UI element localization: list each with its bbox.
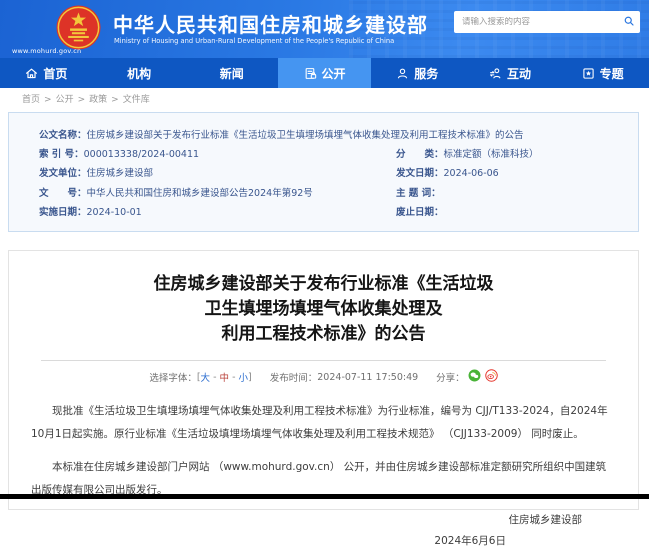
nav-label: 专题 bbox=[600, 65, 624, 82]
meta-index-number: 索 引 号：000013338/2024-00411 bbox=[39, 145, 396, 164]
main-navigation: 首页 机构 新闻 公开 服务 bbox=[0, 58, 649, 88]
meta-repeal-date: 废止日期： bbox=[396, 203, 622, 222]
publish-time-label: 发布时间： bbox=[270, 370, 318, 384]
search-input[interactable] bbox=[454, 17, 618, 27]
meta-label: 发文单位： bbox=[39, 168, 87, 179]
meta-issue-date: 发文日期：2024-06-06 bbox=[396, 164, 622, 183]
article-signature: 住房城乡建设部 bbox=[9, 512, 638, 527]
nav-item-topics[interactable]: 专题 bbox=[556, 58, 649, 88]
breadcrumb-policy[interactable]: 政策 bbox=[89, 95, 107, 105]
home-icon bbox=[25, 67, 38, 80]
search-box bbox=[454, 11, 640, 33]
page: www.mohurd.gov.cn 中华人民共和国住房和城乡建设部 Minist… bbox=[0, 0, 649, 499]
user-icon bbox=[396, 67, 409, 80]
nav-item-public[interactable]: 公开 bbox=[278, 58, 371, 88]
meta-value: 2024-10-01 bbox=[87, 207, 142, 218]
meta-value: 住房城乡建设部 bbox=[87, 168, 154, 179]
article-panel: 住房城乡建设部关于发布行业标准《生活垃圾 卫生填埋场填埋气体收集处理及 利用工程… bbox=[8, 250, 639, 510]
breadcrumb-library[interactable]: 文件库 bbox=[123, 95, 150, 105]
meta-label: 发文日期： bbox=[396, 168, 444, 179]
meta-doc-number: 文 号：中华人民共和国住房和城乡建设部公告2024年第92号 bbox=[39, 184, 396, 203]
search-button[interactable] bbox=[618, 11, 640, 33]
font-size-bracket: ] bbox=[248, 372, 252, 383]
nav-label: 公开 bbox=[322, 65, 346, 82]
article-title-line1: 住房城乡建设部关于发布行业标准《生活垃圾 bbox=[9, 272, 638, 297]
meta-issuing-unit: 发文单位：住房城乡建设部 bbox=[39, 164, 396, 183]
meta-label: 主 题 词： bbox=[396, 188, 441, 199]
article-title-line2: 卫生填埋场填埋气体收集处理及 bbox=[9, 297, 638, 322]
star-icon bbox=[582, 67, 595, 80]
font-size-dash: - bbox=[229, 372, 238, 383]
meta-value: 000013338/2024-00411 bbox=[84, 149, 199, 160]
meta-category: 分 类：标准定额（标准科技） bbox=[396, 145, 622, 164]
meta-doc-name: 公文名称：住房城乡建设部关于发布行业标准《生活垃圾卫生填埋场填埋气体收集处理及利… bbox=[39, 126, 622, 145]
share-label: 分享： bbox=[436, 370, 465, 384]
document-icon bbox=[304, 67, 317, 80]
breadcrumb-public[interactable]: 公开 bbox=[56, 95, 74, 105]
meta-value: 中华人民共和国住房和城乡建设部公告2024年第92号 bbox=[87, 188, 313, 199]
meta-label: 文 号： bbox=[39, 188, 87, 199]
site-header: www.mohurd.gov.cn 中华人民共和国住房和城乡建设部 Minist… bbox=[0, 0, 649, 58]
site-title: 中华人民共和国住房和城乡建设部 bbox=[113, 9, 428, 38]
national-emblem-icon bbox=[56, 5, 101, 50]
font-size-medium-button[interactable]: 中 bbox=[220, 370, 230, 384]
font-size-dash: - bbox=[210, 372, 219, 383]
meta-label: 实施日期： bbox=[39, 207, 87, 218]
nav-label: 首页 bbox=[43, 65, 67, 82]
interaction-icon bbox=[489, 67, 502, 80]
nav-label: 服务 bbox=[414, 65, 438, 82]
article-date: 2024年6月6日 bbox=[9, 533, 638, 548]
wechat-share-icon[interactable] bbox=[468, 369, 481, 385]
font-size-label: 选择字体： bbox=[149, 370, 197, 384]
title-divider bbox=[41, 360, 606, 361]
meta-doc-name-value: 住房城乡建设部关于发布行业标准《生活垃圾卫生填埋场填埋气体收集处理及利用工程技术… bbox=[87, 130, 524, 141]
nav-label: 新闻 bbox=[220, 65, 244, 82]
nav-label: 机构 bbox=[127, 65, 151, 82]
font-size-small-button[interactable]: 小 bbox=[239, 370, 249, 384]
meta-value: 标准定额（标准科技） bbox=[444, 149, 539, 160]
breadcrumb-separator: > bbox=[44, 95, 52, 105]
document-meta-panel: 公文名称：住房城乡建设部关于发布行业标准《生活垃圾卫生填埋场填埋气体收集处理及利… bbox=[8, 112, 639, 232]
meta-label: 索 引 号： bbox=[39, 149, 84, 160]
nav-item-org[interactable]: 机构 bbox=[93, 58, 186, 88]
site-url: www.mohurd.gov.cn bbox=[12, 47, 81, 55]
nav-item-services[interactable]: 服务 bbox=[371, 58, 464, 88]
weibo-share-icon[interactable] bbox=[485, 369, 498, 385]
font-size-large-button[interactable]: 大 bbox=[201, 370, 211, 384]
meta-label: 废止日期： bbox=[396, 207, 444, 218]
meta-label: 分 类： bbox=[396, 149, 444, 160]
breadcrumb-separator: > bbox=[78, 95, 86, 105]
article-toolbar: 选择字体：[大 - 中 - 小] 发布时间：2024-07-11 17:50:4… bbox=[9, 369, 638, 385]
meta-effective-date: 实施日期：2024-10-01 bbox=[39, 203, 396, 222]
article-body: 现批准《生活垃圾卫生填埋场填埋气体收集处理及利用工程技术标准》为行业标准，编号为… bbox=[31, 400, 616, 502]
article-paragraph: 现批准《生活垃圾卫生填埋场填埋气体收集处理及利用工程技术标准》为行业标准，编号为… bbox=[31, 400, 616, 446]
breadcrumb: 首页>公开>政策>文件库 bbox=[22, 88, 150, 112]
meta-value: 2024-06-06 bbox=[444, 168, 499, 179]
breadcrumb-separator: > bbox=[111, 95, 119, 105]
nav-item-home[interactable]: 首页 bbox=[0, 58, 93, 88]
screen-bottom-edge bbox=[0, 494, 649, 499]
nav-item-interaction[interactable]: 互动 bbox=[464, 58, 557, 88]
nav-item-news[interactable]: 新闻 bbox=[185, 58, 278, 88]
search-icon bbox=[623, 15, 635, 30]
share-buttons bbox=[468, 369, 498, 385]
site-title-english: Ministry of Housing and Urban-Rural Deve… bbox=[114, 37, 394, 45]
meta-subject-words: 主 题 词： bbox=[396, 184, 622, 203]
publish-time-value: 2024-07-11 17:50:49 bbox=[317, 372, 418, 383]
breadcrumb-home[interactable]: 首页 bbox=[22, 95, 40, 105]
article-title-line3: 利用工程技术标准》的公告 bbox=[9, 322, 638, 347]
article-title: 住房城乡建设部关于发布行业标准《生活垃圾 卫生填埋场填埋气体收集处理及 利用工程… bbox=[9, 272, 638, 347]
meta-doc-name-label: 公文名称： bbox=[39, 130, 87, 141]
nav-label: 互动 bbox=[507, 65, 531, 82]
